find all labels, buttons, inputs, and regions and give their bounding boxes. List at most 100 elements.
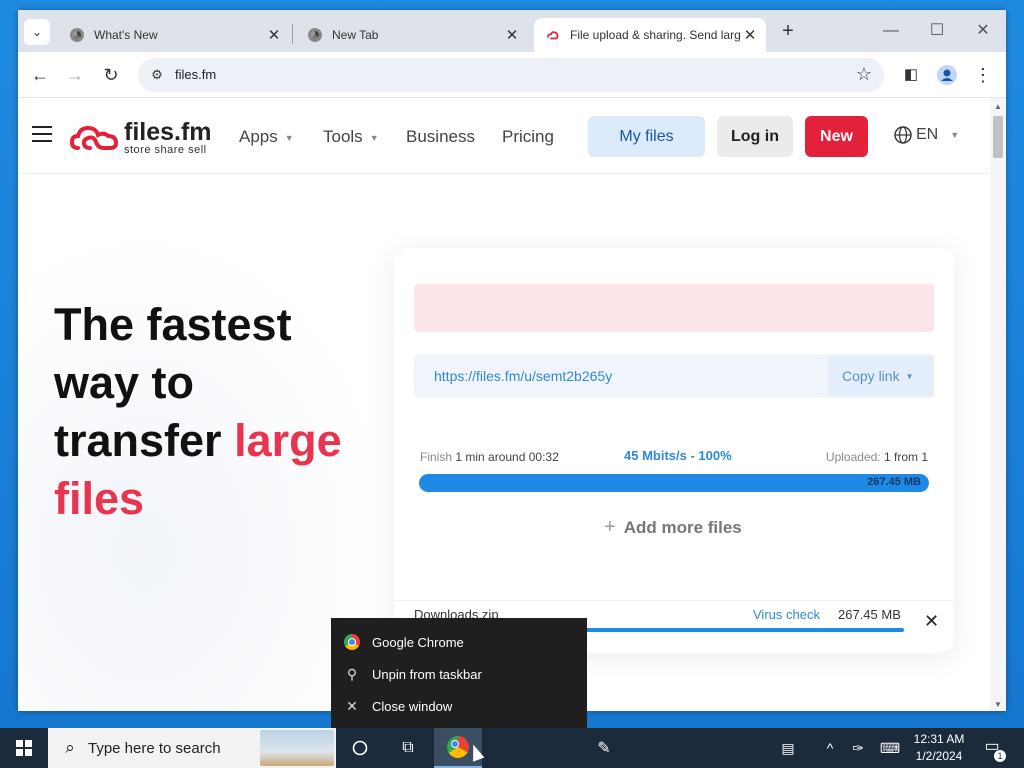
nav-tools-label: Tools bbox=[323, 127, 363, 146]
close-tab-icon[interactable]: ✕ bbox=[740, 26, 760, 44]
chrome-icon bbox=[447, 736, 469, 758]
upload-stats: Finish 1 min around 00:32 45 Mbits/s - 1… bbox=[420, 448, 928, 466]
search-placeholder: Type here to search bbox=[88, 739, 221, 757]
tab-files-fm[interactable]: File upload & sharing. Send large files … bbox=[534, 18, 766, 52]
logo-name: files.fm bbox=[124, 118, 212, 146]
news-widget-icon[interactable]: ▤ bbox=[772, 728, 804, 768]
caret-down-icon: ▼ bbox=[905, 372, 914, 382]
tab-title: New Tab bbox=[332, 28, 379, 42]
login-button[interactable]: Log in bbox=[717, 116, 793, 157]
jumplist-item-label: Unpin from taskbar bbox=[372, 666, 482, 682]
nav-apps[interactable]: Apps ▼ bbox=[239, 127, 294, 147]
new-tab-button[interactable]: + bbox=[776, 20, 800, 44]
chevron-up-icon[interactable]: ^ bbox=[818, 728, 842, 768]
share-url[interactable]: https://files.fm/u/semt2b265y bbox=[434, 368, 612, 384]
taskbar: ⌕ Type here to search ⧉ ✎ ▤ ^ ✑ ⌨ 12:31 … bbox=[0, 728, 1024, 768]
hero-line-3: transfer bbox=[54, 415, 222, 466]
pen-tray-icon[interactable]: ✑ bbox=[846, 728, 870, 768]
chrome-favicon-icon bbox=[70, 28, 84, 42]
hero-heading: The fastest way to transfer large files bbox=[54, 296, 342, 528]
hero-highlight-2: files bbox=[54, 473, 145, 524]
jumplist-unpin[interactable]: ⚲ Unpin from taskbar bbox=[331, 658, 587, 690]
scroll-thumb[interactable] bbox=[993, 116, 1003, 158]
scroll-up-icon[interactable]: ▲ bbox=[994, 102, 1002, 111]
language-label: EN bbox=[916, 126, 939, 143]
keyboard-icon[interactable]: ⌨ bbox=[876, 728, 904, 768]
close-window-button[interactable]: ✕ bbox=[960, 18, 1006, 46]
address-bar[interactable]: ⚙ files.fm ☆ bbox=[138, 58, 884, 92]
scroll-down-icon[interactable]: ▼ bbox=[994, 700, 1002, 709]
notification-badge: 1 bbox=[994, 750, 1006, 762]
globe-icon bbox=[894, 126, 912, 144]
status-banner bbox=[414, 284, 934, 332]
tab-search-button[interactable]: ⌄ bbox=[24, 19, 50, 45]
virus-check-link[interactable]: Virus check bbox=[753, 607, 820, 622]
new-button[interactable]: New bbox=[805, 116, 868, 157]
jumplist-item-label: Close window bbox=[372, 698, 453, 714]
clock-date: 1/2/2024 bbox=[915, 749, 963, 763]
system-clock[interactable]: 12:31 AM 1/2/2024 bbox=[908, 731, 970, 765]
nav-tools[interactable]: Tools ▼ bbox=[323, 127, 379, 147]
add-more-files-button[interactable]: + Add more files bbox=[604, 516, 742, 539]
close-tab-icon[interactable]: ✕ bbox=[264, 26, 284, 44]
task-view-icon[interactable]: ⧉ bbox=[384, 728, 432, 768]
logo-tagline: store share sell bbox=[124, 144, 207, 156]
chrome-icon bbox=[343, 633, 361, 651]
unpin-icon: ⚲ bbox=[346, 665, 358, 682]
site-info-icon[interactable]: ⚙ bbox=[148, 66, 166, 84]
tab-new-tab[interactable]: New Tab ✕ bbox=[296, 18, 528, 52]
start-button[interactable] bbox=[0, 728, 48, 768]
notification-center-icon[interactable]: ▭ 1 bbox=[980, 736, 1006, 762]
hero-line-1: The fastest bbox=[54, 299, 292, 350]
copy-link-button[interactable]: Copy link ▼ bbox=[828, 356, 934, 396]
clock-time: 12:31 AM bbox=[913, 732, 965, 746]
search-icon: ⌕ bbox=[65, 738, 75, 757]
cortana-icon[interactable] bbox=[336, 728, 384, 768]
tab-title: What's New bbox=[94, 28, 158, 42]
nav-pricing[interactable]: Pricing bbox=[502, 127, 554, 147]
back-button[interactable]: ← bbox=[27, 62, 53, 88]
taskbar-search-box[interactable]: ⌕ Type here to search bbox=[48, 728, 336, 768]
nav-apps-label: Apps bbox=[239, 127, 278, 146]
tab-strip: ⌄ What's New ✕ New Tab ✕ File upload & s… bbox=[18, 10, 1006, 52]
menu-kebab-icon[interactable]: ⋮ bbox=[970, 62, 996, 88]
minimize-button[interactable]: — bbox=[868, 18, 914, 46]
tab-divider bbox=[292, 24, 293, 44]
language-selector[interactable]: EN ▼ bbox=[894, 126, 959, 144]
files-fm-logo[interactable]: files.fm store share sell bbox=[70, 120, 212, 156]
upload-progress-bar: 267.45 MB bbox=[419, 474, 929, 492]
bookmark-star-icon[interactable]: ☆ bbox=[856, 64, 872, 85]
uploaded-count: Uploaded: 1 from 1 bbox=[826, 450, 928, 464]
uploaded-value: 1 from 1 bbox=[883, 450, 928, 464]
hamburger-menu-icon[interactable] bbox=[32, 126, 52, 147]
share-link-row: https://files.fm/u/semt2b265y Copy link ▼ bbox=[414, 354, 934, 398]
maximize-button[interactable]: ☐ bbox=[914, 18, 960, 46]
my-files-button[interactable]: My files bbox=[588, 116, 705, 157]
reload-button[interactable]: ↻ bbox=[98, 62, 124, 88]
finish-label: Finish bbox=[420, 450, 453, 464]
cloud-logo-icon bbox=[70, 125, 118, 150]
close-tab-icon[interactable]: ✕ bbox=[502, 26, 522, 44]
address-text[interactable]: files.fm bbox=[175, 67, 216, 82]
file-size: 267.45 MB bbox=[838, 607, 901, 622]
copy-link-label: Copy link bbox=[842, 368, 900, 384]
tab-whats-new[interactable]: What's New ✕ bbox=[58, 18, 290, 52]
nav-business[interactable]: Business bbox=[406, 127, 475, 147]
jumplist-close-window[interactable]: ✕ Close window bbox=[331, 690, 587, 722]
forward-button[interactable]: → bbox=[62, 62, 88, 88]
site-header: files.fm store share sell Apps ▼ Tools ▼ B… bbox=[18, 98, 990, 174]
search-highlight-image[interactable] bbox=[260, 730, 334, 766]
add-more-label: Add more files bbox=[623, 518, 742, 537]
chrome-favicon-icon bbox=[308, 28, 322, 42]
pen-workspace-icon[interactable]: ✎ bbox=[580, 728, 628, 768]
close-icon[interactable]: ✕ bbox=[924, 611, 939, 632]
close-icon: ✕ bbox=[346, 697, 358, 714]
browser-toolbar: ← → ↻ ⚙ files.fm ☆ ◧ ⋮ bbox=[18, 52, 1006, 98]
page-scrollbar[interactable]: ▲ ▼ bbox=[990, 98, 1006, 711]
jumplist-google-chrome[interactable]: Google Chrome bbox=[331, 626, 587, 658]
progress-fill bbox=[419, 474, 929, 492]
profile-avatar-icon[interactable] bbox=[934, 62, 960, 88]
caret-down-icon: ▼ bbox=[950, 130, 960, 140]
files-fm-favicon-icon bbox=[546, 31, 559, 40]
side-panel-icon[interactable]: ◧ bbox=[898, 62, 924, 88]
